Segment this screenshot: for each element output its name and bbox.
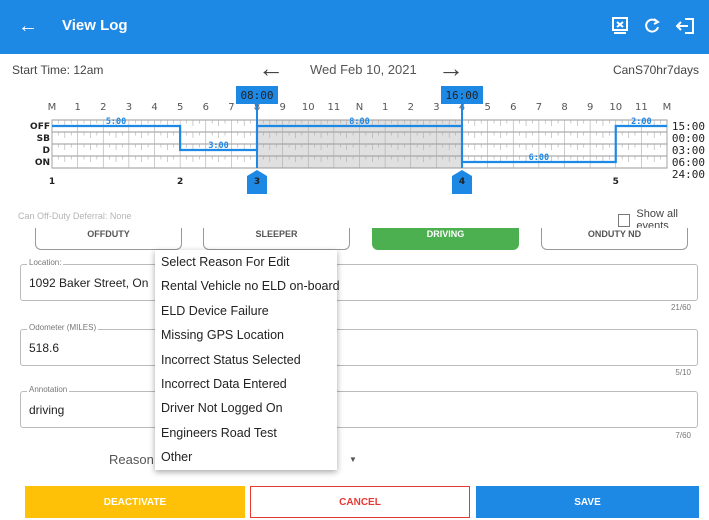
edit-handle-time: 08:00 [240, 89, 273, 102]
hour-label: 1 [74, 102, 80, 113]
reason-option[interactable]: Select Reason For Edit [155, 250, 337, 274]
row-total: 24:00 [672, 168, 705, 181]
odometer-field[interactable]: Odometer (MILES) 518.6 [20, 323, 698, 366]
reason-option[interactable]: Incorrect Data Entered [155, 372, 337, 396]
odometer-counter: 5/10 [675, 368, 691, 377]
hour-label: 7 [228, 102, 234, 113]
hour-label: 1 [382, 102, 388, 113]
cycle-rule: CanS70hr7days [612, 63, 699, 77]
hour-label: 3 [126, 102, 132, 113]
start-time: Start Time: 12am [12, 63, 104, 77]
hour-label: 11 [328, 102, 341, 113]
edit-handle-time: 16:00 [445, 89, 478, 102]
hour-label: M [48, 102, 57, 113]
location-field[interactable]: Location: 1092 Baker Street, On [20, 258, 698, 301]
status-row-label: OFF [30, 122, 50, 132]
event-number: 5 [613, 177, 619, 187]
annotation-value[interactable]: driving [29, 403, 64, 417]
annotation-counter: 7/60 [675, 431, 691, 440]
logout-icon[interactable] [674, 14, 698, 38]
status-row-label: D [43, 146, 50, 156]
status-offduty-button[interactable]: OFFDUTY [35, 228, 182, 250]
hour-label: N [356, 102, 363, 113]
page-title: View Log [62, 17, 128, 34]
hour-label: 3 [433, 102, 439, 113]
location-counter: 21/60 [670, 303, 691, 312]
reason-option[interactable]: Other [155, 445, 337, 469]
event-number: 3 [254, 177, 260, 187]
event-number: 4 [459, 177, 465, 187]
reason-label: Reason: [109, 452, 158, 467]
segment-duration: 5:00 [106, 117, 126, 127]
segment-duration: 6:00 [529, 153, 549, 163]
app-bar: ← View Log [0, 0, 709, 54]
deactivate-button[interactable]: DEACTIVATE [25, 486, 245, 518]
save-button[interactable]: SAVE [476, 486, 699, 518]
next-day-arrow-icon[interactable]: → [438, 54, 464, 82]
status-row-label: SB [37, 134, 50, 144]
log-date: Wed Feb 10, 2021 [310, 62, 417, 77]
reason-option[interactable]: Driver Not Logged On [155, 396, 337, 420]
checkbox-icon[interactable] [618, 213, 631, 227]
hour-label: 2 [408, 102, 414, 113]
reason-option[interactable]: Rental Vehicle no ELD on-board [155, 274, 340, 298]
segment-duration: 8:00 [349, 117, 369, 127]
inspection-icon[interactable] [608, 14, 632, 38]
hour-label: 8 [561, 102, 567, 113]
hour-label: 9 [279, 102, 285, 113]
hour-label: 10 [302, 102, 315, 113]
reason-option[interactable]: ELD Device Failure [155, 299, 337, 323]
status-sleeper-button[interactable]: SLEEPER [203, 228, 350, 250]
cancel-button[interactable]: CANCEL [250, 486, 470, 518]
status-onduty-button[interactable]: ONDUTY ND [541, 228, 688, 250]
status-driving-button[interactable]: DRIVING [372, 228, 519, 250]
previous-day-arrow-icon[interactable]: ← [258, 54, 284, 82]
segment-duration: 2:00 [631, 117, 651, 127]
hour-label: 2 [100, 102, 106, 113]
hour-label: 9 [587, 102, 593, 113]
odometer-label: Odometer (MILES) [27, 323, 99, 332]
log-header: Start Time: 12am ← Wed Feb 10, 2021 → Ca… [0, 54, 709, 86]
reason-option[interactable]: Engineers Road Test [155, 421, 337, 445]
log-graph[interactable]: M1234567891011N1234567891011MOFFSBDON15:… [0, 86, 709, 201]
back-arrow-icon[interactable]: ← [18, 14, 38, 38]
status-row-label: ON [35, 158, 50, 168]
reason-option[interactable]: Missing GPS Location [155, 323, 337, 347]
hour-label: 10 [609, 102, 622, 113]
odometer-value[interactable]: 518.6 [29, 341, 59, 355]
event-number: 1 [49, 177, 55, 187]
annotation-field[interactable]: Annotation driving [20, 385, 698, 428]
location-label: Location: [27, 258, 64, 267]
location-value[interactable]: 1092 Baker Street, On [29, 276, 148, 290]
reason-dropdown-menu[interactable]: Select Reason For Edit Rental Vehicle no … [155, 250, 340, 470]
dropdown-caret-icon[interactable]: ▼ [349, 455, 357, 464]
refresh-icon[interactable] [640, 14, 664, 38]
hour-label: 4 [151, 102, 157, 113]
hour-label: 5 [177, 102, 183, 113]
reason-option[interactable]: Incorrect Status Selected [155, 348, 337, 372]
event-number: 2 [177, 177, 183, 187]
hour-label: 7 [536, 102, 542, 113]
segment-duration: 3:00 [208, 141, 228, 151]
hour-label: 6 [510, 102, 516, 113]
hour-label: M [663, 102, 672, 113]
annotation-label: Annotation [27, 385, 70, 394]
deferral-text: Can Off-Duty Deferral: None [18, 211, 132, 221]
hour-label: 11 [635, 102, 648, 113]
hour-label: 5 [484, 102, 490, 113]
hour-label: 6 [203, 102, 209, 113]
